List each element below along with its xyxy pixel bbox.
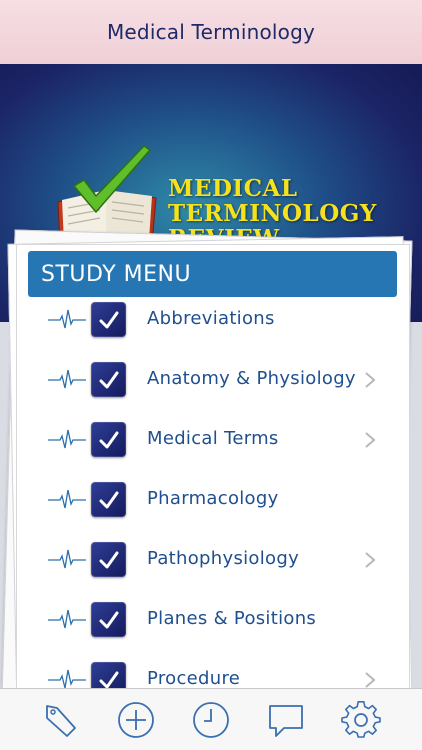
menu-item[interactable]: Pathophysiology bbox=[0, 530, 422, 590]
tab-bar bbox=[0, 688, 422, 750]
chevron-right-icon bbox=[365, 672, 376, 688]
checkbox-icon[interactable] bbox=[91, 302, 126, 337]
menu-item-label: Procedure bbox=[147, 668, 241, 689]
study-menu-list: Abbreviations Anatomy & Physiology Medical… bbox=[0, 290, 422, 710]
tab-feedback[interactable] bbox=[264, 698, 308, 742]
checkbox-icon[interactable] bbox=[91, 362, 126, 397]
heartbeat-icon bbox=[48, 369, 86, 389]
tab-bookmarks[interactable] bbox=[39, 698, 83, 742]
checkmark-icon bbox=[99, 491, 118, 508]
checkmark-icon bbox=[99, 431, 118, 448]
menu-item[interactable]: Abbreviations bbox=[0, 290, 422, 350]
menu-item[interactable]: Medical Terms bbox=[0, 410, 422, 470]
study-menu-title: STUDY MENU bbox=[41, 261, 192, 287]
menu-item-label: Anatomy & Physiology bbox=[147, 368, 356, 389]
chevron-right-icon bbox=[365, 372, 376, 388]
logo-line-1: MEDICAL bbox=[168, 175, 298, 202]
heartbeat-icon bbox=[48, 489, 86, 509]
menu-item[interactable]: Planes & Positions bbox=[0, 590, 422, 650]
menu-item[interactable]: Anatomy & Physiology bbox=[0, 350, 422, 410]
checkbox-icon[interactable] bbox=[91, 542, 126, 577]
heartbeat-icon bbox=[48, 609, 86, 629]
navigation-bar: Medical Terminology bbox=[0, 0, 422, 64]
logo-line-2: TERMINOLOGY bbox=[168, 200, 377, 227]
chat-icon bbox=[268, 704, 303, 737]
checkmark-icon bbox=[99, 551, 118, 568]
page-title: Medical Terminology bbox=[106, 20, 316, 44]
checkmark-icon bbox=[99, 311, 118, 328]
tab-add[interactable] bbox=[114, 698, 158, 742]
menu-item-label: Pharmacology bbox=[147, 488, 279, 509]
heartbeat-icon bbox=[48, 309, 86, 329]
checkmark-icon bbox=[99, 371, 118, 388]
bookmark-icon bbox=[46, 704, 77, 737]
heartbeat-icon bbox=[48, 429, 86, 449]
menu-item-label: Planes & Positions bbox=[147, 608, 317, 629]
menu-item-label: Pathophysiology bbox=[147, 548, 300, 569]
menu-item-label: Medical Terms bbox=[147, 428, 279, 449]
menu-item-label: Abbreviations bbox=[147, 308, 275, 329]
tab-history[interactable] bbox=[189, 698, 233, 742]
tab-settings[interactable] bbox=[339, 698, 383, 742]
checkbox-icon[interactable] bbox=[91, 482, 126, 517]
gear-icon bbox=[340, 700, 381, 738]
clock-icon bbox=[193, 701, 229, 738]
chevron-right-icon bbox=[365, 432, 376, 448]
add-icon bbox=[118, 701, 155, 738]
chevron-right-icon bbox=[365, 552, 376, 568]
heartbeat-icon bbox=[48, 549, 86, 569]
checkbox-icon[interactable] bbox=[91, 422, 126, 457]
checkmark-icon bbox=[99, 611, 118, 628]
checkbox-icon[interactable] bbox=[91, 602, 126, 637]
menu-item[interactable]: Pharmacology bbox=[0, 470, 422, 530]
